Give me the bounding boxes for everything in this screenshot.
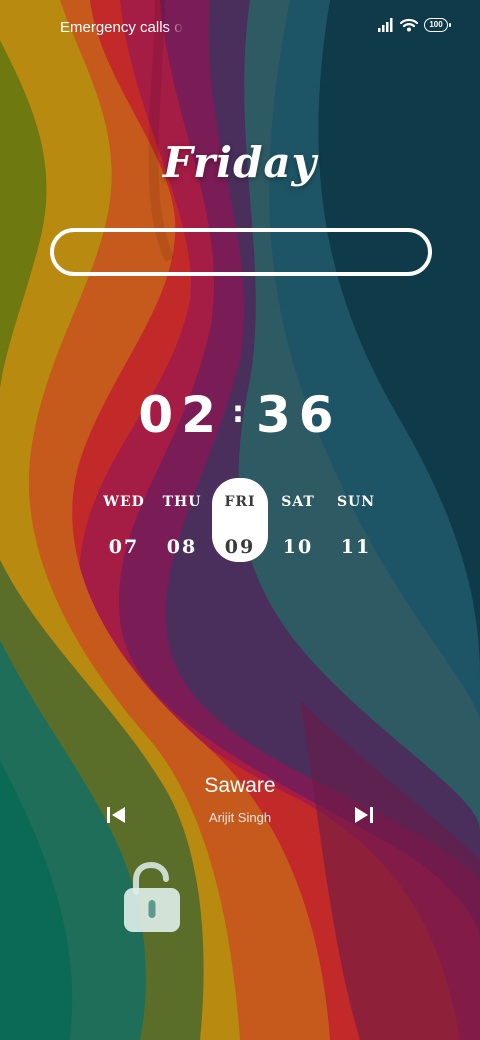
week-day-date: 10	[282, 536, 314, 558]
wifi-icon	[400, 18, 418, 32]
next-track-icon[interactable]	[354, 805, 374, 825]
week-day-date: 09	[224, 536, 256, 558]
clock-colon: :	[232, 395, 248, 430]
week-day-fri: FRI 09	[212, 478, 268, 562]
week-day-thu: THU 08	[154, 478, 210, 562]
week-day-label: WED	[103, 494, 145, 510]
week-day-date: 11	[340, 536, 372, 558]
battery-icon: 100	[424, 18, 451, 32]
day-name: Friday	[162, 138, 318, 187]
week-day-sun: SUN 11	[328, 478, 384, 562]
status-bar: Emergency calls only 100	[0, 0, 480, 56]
clock: 02:36	[0, 386, 480, 444]
week-day-sat: SAT 10	[270, 478, 326, 562]
progress-pill	[50, 228, 432, 276]
week-strip: WED 07 THU 08 FRI 09 SAT 10 SUN 11	[96, 478, 386, 562]
unlock-icon[interactable]	[122, 862, 182, 934]
clock-minutes: 36	[256, 386, 342, 444]
week-day-label: SUN	[336, 494, 376, 510]
clock-hours: 02	[138, 386, 224, 444]
week-day-date: 08	[166, 536, 198, 558]
status-icons: 100	[378, 18, 451, 32]
week-day-wed: WED 07	[96, 478, 152, 562]
signal-icon	[378, 18, 393, 32]
week-day-label: FRI	[224, 494, 256, 510]
song-title: Saware	[204, 774, 276, 797]
week-day-label: SAT	[281, 494, 315, 510]
song-artist: Arijit Singh	[208, 810, 272, 825]
week-day-label: THU	[162, 494, 202, 510]
battery-level: 100	[429, 20, 443, 29]
previous-track-icon[interactable]	[106, 805, 126, 825]
carrier-text: Emergency calls only	[60, 19, 184, 36]
week-day-date: 07	[108, 536, 140, 558]
